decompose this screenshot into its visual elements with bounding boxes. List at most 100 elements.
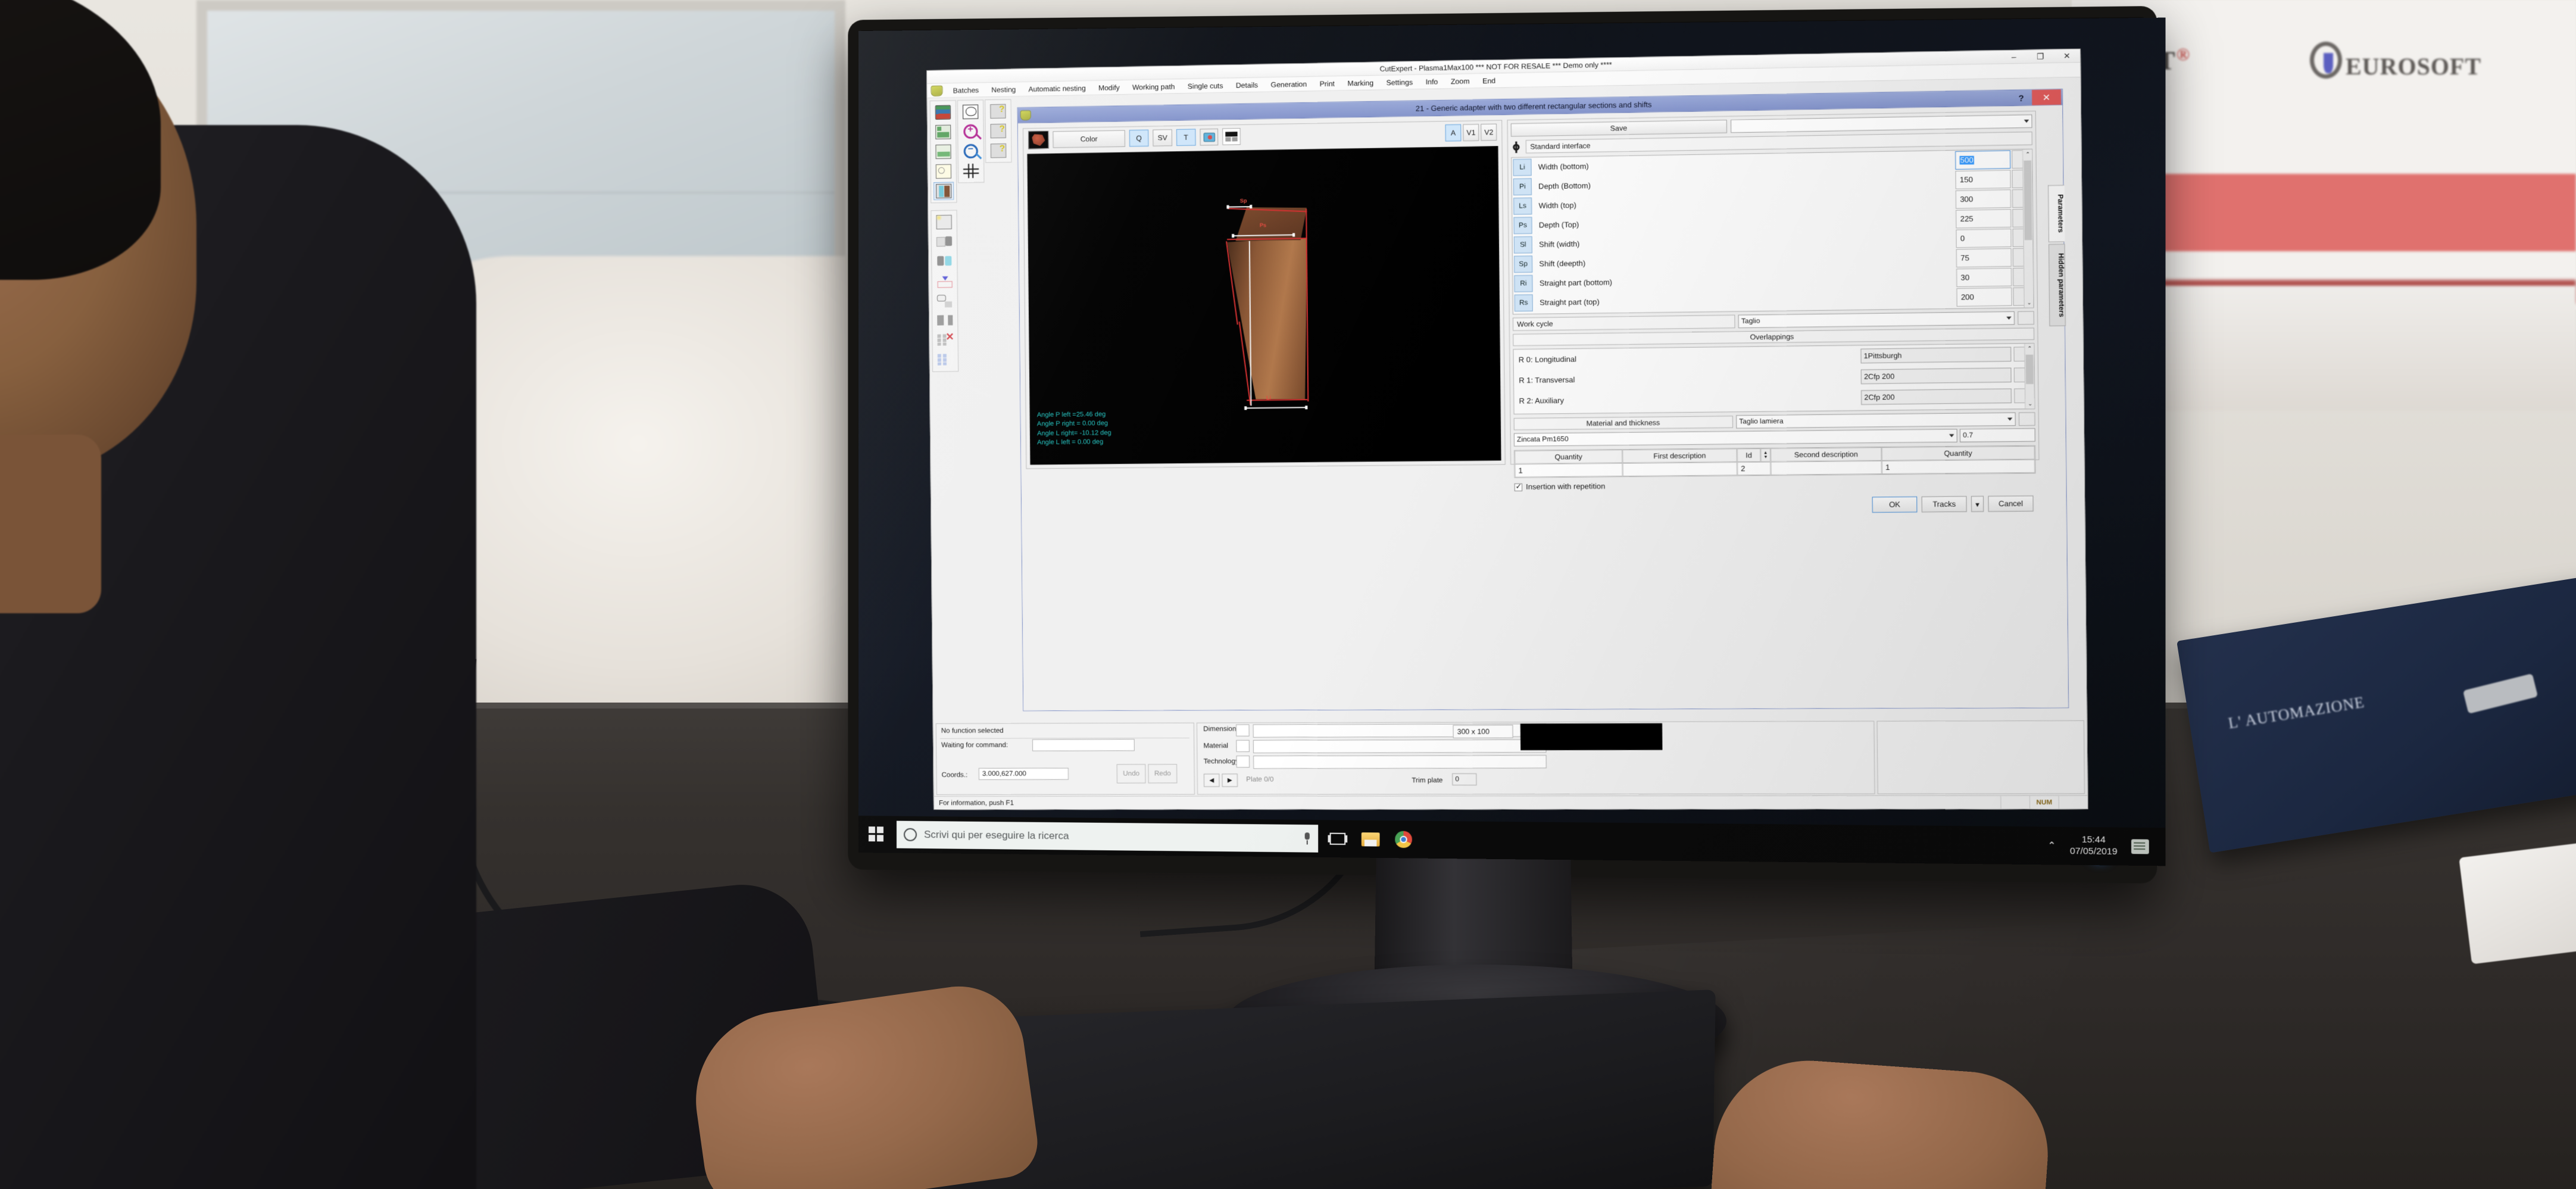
scroll-down-icon[interactable]: ⌄ xyxy=(2025,398,2035,409)
overlapping-combo[interactable]: 2Cfp 200 xyxy=(1860,367,2012,385)
dimension-box[interactable] xyxy=(1236,724,1250,737)
id-spinner[interactable]: ▲ ▼ xyxy=(1760,448,1771,462)
parameter-value-input[interactable]: 75 xyxy=(1956,248,2012,268)
prev-plate-button[interactable]: ◀ xyxy=(1203,773,1220,787)
menu-item-end[interactable]: End xyxy=(1481,75,1497,86)
zigzag-icon[interactable] xyxy=(934,271,955,291)
material-box[interactable] xyxy=(1236,739,1250,752)
zoom-in-icon[interactable] xyxy=(960,122,981,141)
menu-item-automatic-nesting[interactable]: Automatic nesting xyxy=(1026,83,1087,95)
overlapping-combo[interactable]: 1Pittsburgh xyxy=(1860,347,2012,364)
query-2-icon[interactable] xyxy=(988,121,1008,141)
file-explorer-icon[interactable] xyxy=(1357,825,1384,853)
show-hidden-icons-icon[interactable]: ⌃ xyxy=(2047,840,2056,852)
view-v1-button[interactable]: V1 xyxy=(1463,124,1479,142)
repetition-checkbox[interactable] xyxy=(1514,483,1523,491)
cell-id[interactable]: 2 xyxy=(1737,461,1771,476)
save-button[interactable]: Save xyxy=(1510,120,1727,137)
undo-button[interactable]: Undo xyxy=(1116,764,1146,784)
q-toggle-button[interactable]: Q xyxy=(1129,129,1149,147)
tab-hidden-parameters[interactable]: Hidden parameters xyxy=(2048,244,2066,326)
cell-second-desc[interactable] xyxy=(1771,460,1882,476)
auto-nesting-icon[interactable] xyxy=(933,142,954,161)
menu-item-zoom[interactable]: Zoom xyxy=(1449,76,1472,87)
parameter-value-input[interactable]: 300 xyxy=(1955,189,2011,209)
black-white-icon[interactable] xyxy=(1222,128,1241,145)
camera-icon[interactable] xyxy=(1200,128,1219,146)
grid-icon[interactable] xyxy=(960,161,982,180)
scroll-thumb[interactable] xyxy=(2024,160,2032,241)
redo-button[interactable]: Redo xyxy=(1148,764,1178,784)
menu-item-details[interactable]: Details xyxy=(1234,79,1260,90)
parameter-value-input[interactable]: 200 xyxy=(1956,287,2012,307)
archive-icon[interactable] xyxy=(932,103,954,121)
microphone-icon[interactable] xyxy=(1304,832,1311,844)
start-button[interactable] xyxy=(862,816,891,853)
menu-item-settings[interactable]: Settings xyxy=(1384,76,1415,88)
search-input[interactable]: Scrivi qui per eseguire la ricerca xyxy=(897,820,1319,853)
technology-box[interactable] xyxy=(1236,756,1250,768)
parameter-value-input[interactable]: 500 xyxy=(1955,150,2011,170)
next-plate-button[interactable]: ▶ xyxy=(1222,773,1238,787)
menu-item-batches[interactable]: Batches xyxy=(951,85,981,96)
tracks-dropdown-button[interactable]: ▾ xyxy=(1971,495,1984,512)
distance-icon[interactable] xyxy=(935,311,956,330)
repetition-row[interactable]: Insertion with repetition xyxy=(1514,478,2036,491)
parameter-value-input[interactable]: 0 xyxy=(1956,229,2012,248)
new-file-icon[interactable] xyxy=(933,213,954,232)
sv-toggle-button[interactable]: SV xyxy=(1153,129,1173,146)
ok-button[interactable]: OK xyxy=(1872,496,1918,513)
door-icon[interactable] xyxy=(933,182,954,201)
menu-item-single-cuts[interactable]: Single cuts xyxy=(1186,80,1225,91)
dialog-close-button[interactable]: ✕ xyxy=(2032,89,2061,105)
cancel-button[interactable]: Cancel xyxy=(1988,495,2034,512)
menu-item-nesting[interactable]: Nesting xyxy=(989,84,1017,95)
overlapping-combo[interactable]: 2Cfp 200 xyxy=(1861,388,2012,405)
parameter-value-input[interactable]: 30 xyxy=(1956,267,2012,288)
material-field[interactable] xyxy=(1253,739,1547,753)
work-cycle-combo[interactable]: Taglio xyxy=(1738,311,2015,329)
menu-item-working-path[interactable]: Working path xyxy=(1131,81,1177,93)
move-part-icon[interactable] xyxy=(933,232,955,251)
thickness-field[interactable]: 0.7 xyxy=(1959,428,2035,442)
material-combo[interactable]: Zincata Pm1650 xyxy=(1513,429,1957,447)
task-view-icon[interactable] xyxy=(1324,825,1351,853)
preset-combo[interactable] xyxy=(1731,114,2032,133)
hand-pick-icon[interactable] xyxy=(934,292,956,310)
cell-quantity-1[interactable]: 1 xyxy=(1515,463,1623,478)
parameter-value-input[interactable]: 150 xyxy=(1955,170,2011,189)
help-button[interactable]: ? xyxy=(2010,90,2032,105)
copy-part-icon[interactable] xyxy=(934,252,955,271)
polygon-icon[interactable] xyxy=(960,102,981,121)
delete-grid-icon[interactable] xyxy=(935,331,956,349)
scroll-thumb[interactable] xyxy=(2025,354,2034,385)
command-input[interactable] xyxy=(1032,739,1135,751)
menu-item-print[interactable]: Print xyxy=(1317,78,1337,89)
menu-item-marking[interactable]: Marking xyxy=(1345,77,1375,89)
notifications-icon[interactable] xyxy=(2131,839,2149,854)
menu-item-info[interactable]: Info xyxy=(1424,76,1440,88)
plate-preview[interactable] xyxy=(1520,723,1663,751)
scroll-down-icon[interactable]: ⌄ xyxy=(2024,297,2034,308)
nesting-icon[interactable] xyxy=(933,123,954,142)
view-a-button[interactable]: A xyxy=(1445,124,1462,142)
menu-item-generation[interactable]: Generation xyxy=(1269,79,1309,90)
edit-grid-icon[interactable] xyxy=(935,351,956,369)
query-3-icon[interactable] xyxy=(988,141,1009,160)
part-thumbnail[interactable] xyxy=(1028,130,1049,149)
cell-first-desc[interactable] xyxy=(1622,462,1738,477)
zoom-out-icon[interactable] xyxy=(960,142,982,161)
menu-item-modify[interactable]: Modify xyxy=(1097,82,1122,93)
query-1-icon[interactable] xyxy=(988,102,1008,121)
overlappings-scrollbar[interactable]: ⌃ ⌄ xyxy=(2024,344,2035,409)
scroll-up-icon[interactable]: ⌃ xyxy=(2023,149,2033,160)
technology-field[interactable] xyxy=(1253,755,1547,769)
detail-icon[interactable] xyxy=(933,162,954,181)
t-toggle-button[interactable]: T xyxy=(1176,129,1196,146)
material-extra-button[interactable] xyxy=(2018,412,2035,426)
scroll-up-icon[interactable]: ⌃ xyxy=(2025,344,2035,354)
taskbar-clock[interactable]: 15:44 07/05/2019 xyxy=(2070,834,2118,857)
view-v2-button[interactable]: V2 xyxy=(1481,123,1497,141)
parameter-value-input[interactable]: 225 xyxy=(1956,209,2012,229)
chrome-icon[interactable] xyxy=(1390,825,1417,853)
